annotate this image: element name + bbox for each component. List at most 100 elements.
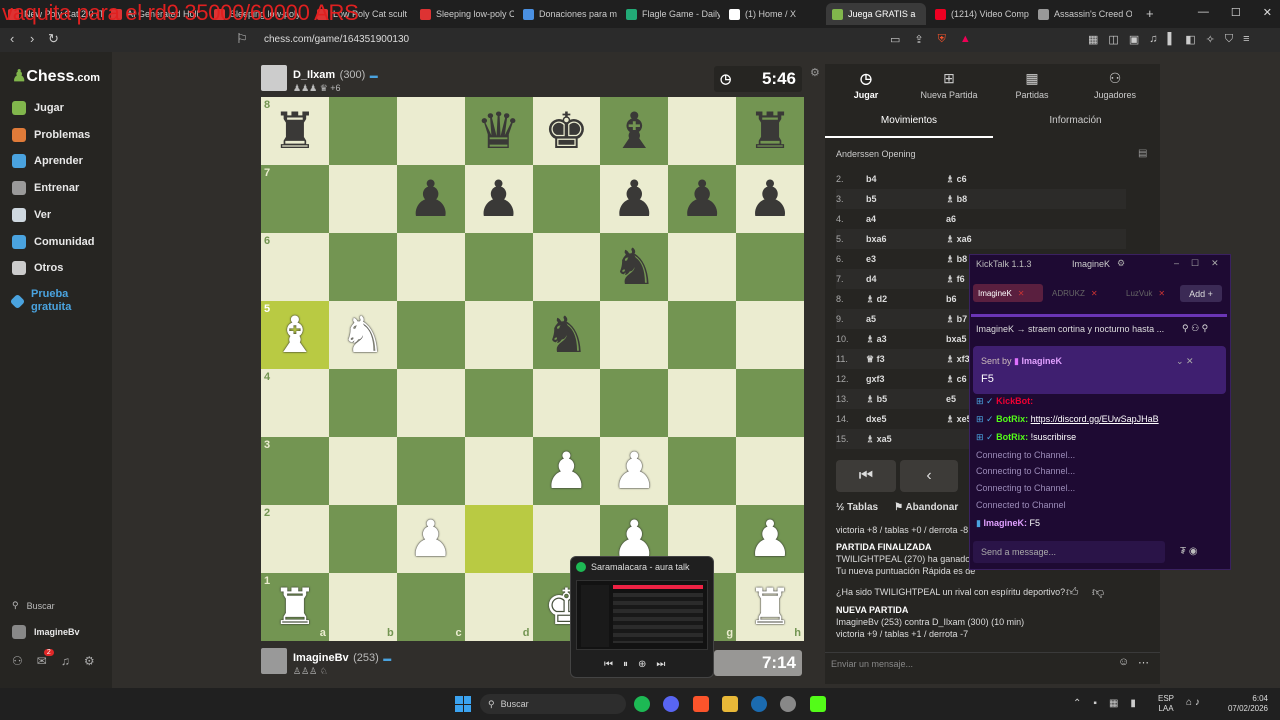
tab-jugar[interactable]: ◷ Jugar xyxy=(826,70,906,100)
chevron-up-icon[interactable]: ⌃ xyxy=(1073,698,1081,709)
prev-move-button[interactable]: ‹ xyxy=(900,460,958,492)
previous-track-icon[interactable]: ⏮ xyxy=(604,659,613,670)
black-queen-icon[interactable]: ♛ xyxy=(476,106,521,156)
board-square[interactable] xyxy=(328,233,397,301)
board-square[interactable]: ♞ xyxy=(600,233,669,301)
sidebar-search[interactable]: ⚲ Buscar xyxy=(12,600,55,611)
board-square[interactable]: ♛ xyxy=(464,97,533,165)
bottom-player-name[interactable]: ImagineBv xyxy=(293,652,349,664)
browser-tab[interactable]: Donaciones para m xyxy=(517,3,617,25)
folder-icon[interactable] xyxy=(722,696,738,712)
board-square[interactable] xyxy=(668,97,737,165)
board-square[interactable] xyxy=(464,301,533,369)
emoji-icon[interactable]: ☺ xyxy=(1118,656,1129,668)
wallet-icon[interactable]: ◧ xyxy=(1185,33,1195,46)
brave-icon[interactable] xyxy=(693,696,709,712)
white-move[interactable]: b5 xyxy=(866,194,946,204)
avatar[interactable] xyxy=(261,648,287,674)
maximize-icon[interactable]: ☐ xyxy=(1231,6,1241,19)
sidebar-item-entrenar[interactable]: Entrenar xyxy=(12,181,79,196)
opening-name[interactable]: Anderssen Opening xyxy=(836,149,916,159)
black-king-icon[interactable]: ♚ xyxy=(544,106,589,156)
white-rook-icon[interactable]: ♜ xyxy=(748,582,793,632)
mic-icon[interactable]: ▮ xyxy=(1130,698,1136,709)
board-square[interactable] xyxy=(328,97,397,165)
sidebar-item-problemas[interactable]: Problemas xyxy=(12,127,90,142)
white-move[interactable]: ♗ xa5 xyxy=(866,434,946,445)
menu-icon[interactable]: ≡ xyxy=(1243,33,1249,46)
chat-username[interactable]: BotRix: xyxy=(996,432,1028,442)
black-pawn-icon[interactable]: ♟ xyxy=(476,174,521,224)
white-move[interactable]: ♗ a3 xyxy=(866,334,946,345)
tab-partidas[interactable]: ▦ Partidas xyxy=(992,70,1072,100)
new-tab-button[interactable]: + xyxy=(1146,6,1154,21)
black-knight-icon[interactable]: ♞ xyxy=(544,310,589,360)
board-square[interactable] xyxy=(328,369,397,437)
sidebar-user[interactable]: ImagineBv xyxy=(12,625,80,639)
board-square[interactable] xyxy=(396,437,465,505)
next-track-icon[interactable]: ⏭ xyxy=(656,659,665,670)
share-icon[interactable]: ⇪ xyxy=(914,33,923,46)
black-pawn-icon[interactable]: ♟ xyxy=(748,174,793,224)
board-square[interactable]: 8 ♜ xyxy=(261,97,329,165)
browser-tab[interactable]: (1) Home / X xyxy=(723,3,823,25)
language-indicator[interactable]: ESP LAA xyxy=(1158,694,1174,714)
board-square[interactable] xyxy=(532,233,601,301)
reload-icon[interactable]: ↻ xyxy=(48,31,59,47)
discord-icon[interactable] xyxy=(663,696,679,712)
browser-tab[interactable]: Assassin's Creed Or xyxy=(1032,3,1132,25)
white-move[interactable]: ♗ d2 xyxy=(866,294,946,305)
board-square[interactable] xyxy=(328,437,397,505)
browser-tab[interactable]: Flagle Game - Daily xyxy=(620,3,720,25)
install-icon[interactable]: ▭ xyxy=(890,33,900,46)
white-knight-icon[interactable]: ♞ xyxy=(340,310,385,360)
board-square[interactable]: ♟ xyxy=(600,165,669,233)
white-move[interactable]: gxf3 xyxy=(866,374,946,384)
close-icon[interactable]: ✕ xyxy=(1263,6,1272,19)
black-move[interactable]: ♗ xa6 xyxy=(946,234,1026,245)
board-square[interactable]: 5 ♝ xyxy=(261,301,329,369)
chat-username[interactable]: ImagineK: xyxy=(983,518,1027,528)
discord-link[interactable]: https://discord.gg/EUwSapJHaB xyxy=(1031,414,1159,424)
white-pawn-icon[interactable]: ♟ xyxy=(544,446,589,496)
avatar[interactable] xyxy=(261,65,287,91)
board-square[interactable] xyxy=(668,437,737,505)
white-move[interactable]: ♗ b5 xyxy=(866,394,946,405)
forward-icon[interactable]: › xyxy=(30,31,34,46)
tray-icon[interactable]: ▪ xyxy=(1093,698,1097,709)
board-square[interactable]: 3 xyxy=(261,437,329,505)
board-square[interactable]: h ♜ xyxy=(736,573,804,641)
black-rook-icon[interactable]: ♜ xyxy=(273,106,318,156)
board-square[interactable] xyxy=(668,369,737,437)
extension-icon[interactable]: ▦ xyxy=(1088,33,1098,46)
board-square[interactable]: 4 xyxy=(261,369,329,437)
board-square[interactable] xyxy=(736,233,804,301)
board-square[interactable] xyxy=(736,437,804,505)
board-square[interactable] xyxy=(396,369,465,437)
sidebar-item-otros[interactable]: Otros xyxy=(12,261,63,276)
board-square[interactable]: 2 xyxy=(261,505,329,573)
board-square[interactable]: ♟ xyxy=(736,165,804,233)
kicktalk-input[interactable]: Send a message... xyxy=(981,547,1056,557)
add-icon[interactable]: ⊕ xyxy=(638,659,646,670)
book-icon[interactable]: ▤ xyxy=(1138,148,1147,159)
first-move-button[interactable]: ⏮ xyxy=(836,460,896,492)
white-move[interactable]: d4 xyxy=(866,274,946,284)
back-icon[interactable]: ‹ xyxy=(10,31,14,46)
chat-input[interactable]: Enviar un mensaje... xyxy=(831,659,913,669)
black-rook-icon[interactable]: ♜ xyxy=(748,106,793,156)
clock[interactable]: 6:04 07/02/2026 xyxy=(1222,694,1268,714)
board-square[interactable] xyxy=(532,369,601,437)
board-square[interactable] xyxy=(600,369,669,437)
sidebar-item-aprender[interactable]: Aprender xyxy=(12,154,83,169)
black-knight-icon[interactable]: ♞ xyxy=(612,242,657,292)
board-square[interactable] xyxy=(600,301,669,369)
board-square[interactable]: ♟ xyxy=(396,165,465,233)
mail-icon[interactable]: ✉ 2 xyxy=(37,649,54,668)
sidebar-toggle-icon[interactable]: ▌ xyxy=(1167,33,1175,46)
extension-icon[interactable]: ▣ xyxy=(1129,33,1139,46)
board-square[interactable] xyxy=(668,301,737,369)
board-square[interactable]: 7 xyxy=(261,165,329,233)
board-square[interactable] xyxy=(464,505,533,573)
white-rook-icon[interactable]: ♜ xyxy=(273,582,318,632)
